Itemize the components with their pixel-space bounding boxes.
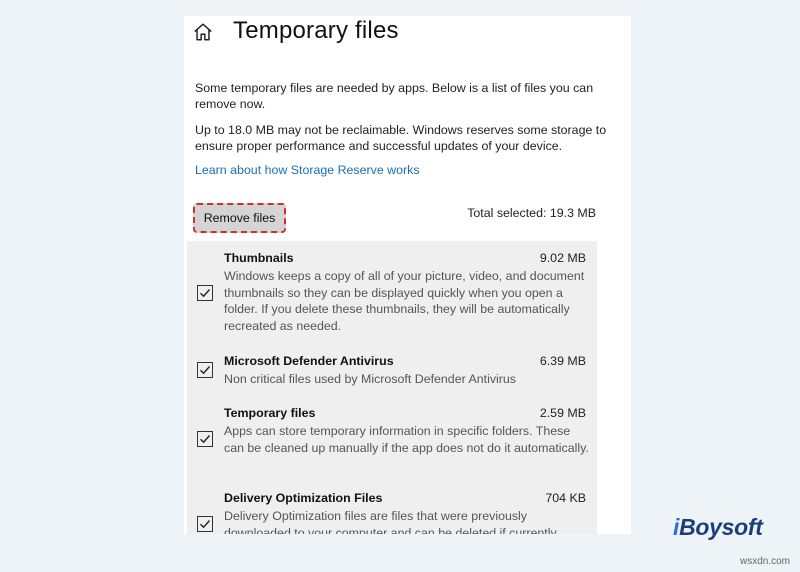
item-description: Delivery Optimization files are files th… [224, 509, 557, 534]
item-description: Apps can store temporary information in … [224, 424, 589, 455]
defender-checkbox[interactable] [197, 362, 213, 378]
item-description: Non critical files used by Microsoft Def… [224, 372, 516, 386]
item-size: 704 KB [545, 491, 586, 505]
item-name: Temporary files [224, 406, 316, 420]
check-icon [200, 520, 211, 529]
temporary-files-checkbox[interactable] [197, 431, 213, 447]
list-item-temporary-files: Temporary files 2.59 MB Apps can store t… [187, 406, 597, 476]
total-selected-label: Total selected: 19.3 MB [467, 206, 596, 220]
storage-reserve-link[interactable]: Learn about how Storage Reserve works [195, 163, 420, 177]
thumbnails-checkbox[interactable] [197, 285, 213, 301]
item-name: Delivery Optimization Files [224, 491, 383, 505]
home-icon[interactable] [192, 21, 216, 45]
check-icon [200, 366, 211, 375]
list-item-thumbnails: Thumbnails 9.02 MB Windows keeps a copy … [187, 251, 597, 341]
delivery-optimization-checkbox[interactable] [197, 516, 213, 532]
watermark-text: wsxdn.com [739, 556, 790, 567]
item-size: 2.59 MB [539, 406, 586, 420]
page-title: Temporary files [233, 17, 399, 44]
list-item-delivery-optimization: Delivery Optimization Files 704 KB Deliv… [187, 491, 597, 534]
item-size: 6.39 MB [539, 354, 586, 368]
intro-text: Some temporary files are needed by apps.… [195, 81, 594, 112]
item-name: Microsoft Defender Antivirus [224, 354, 394, 368]
remove-files-button[interactable]: Remove files [193, 203, 286, 233]
check-icon [200, 289, 211, 298]
temp-files-list: Thumbnails 9.02 MB Windows keeps a copy … [187, 241, 597, 534]
list-item-defender: Microsoft Defender Antivirus 6.39 MB Non… [187, 354, 597, 394]
item-name: Thumbnails [224, 251, 294, 265]
item-description: Windows keeps a copy of all of your pict… [224, 269, 585, 334]
title-row: Temporary files [184, 16, 631, 56]
iboysoft-logo: iBoysoft [673, 514, 763, 540]
settings-panel: Temporary files Some temporary files are… [184, 16, 631, 534]
check-icon [200, 435, 211, 444]
item-size: 9.02 MB [539, 251, 586, 265]
reserve-text: Up to 18.0 MB may not be reclaimable. Wi… [195, 123, 607, 154]
